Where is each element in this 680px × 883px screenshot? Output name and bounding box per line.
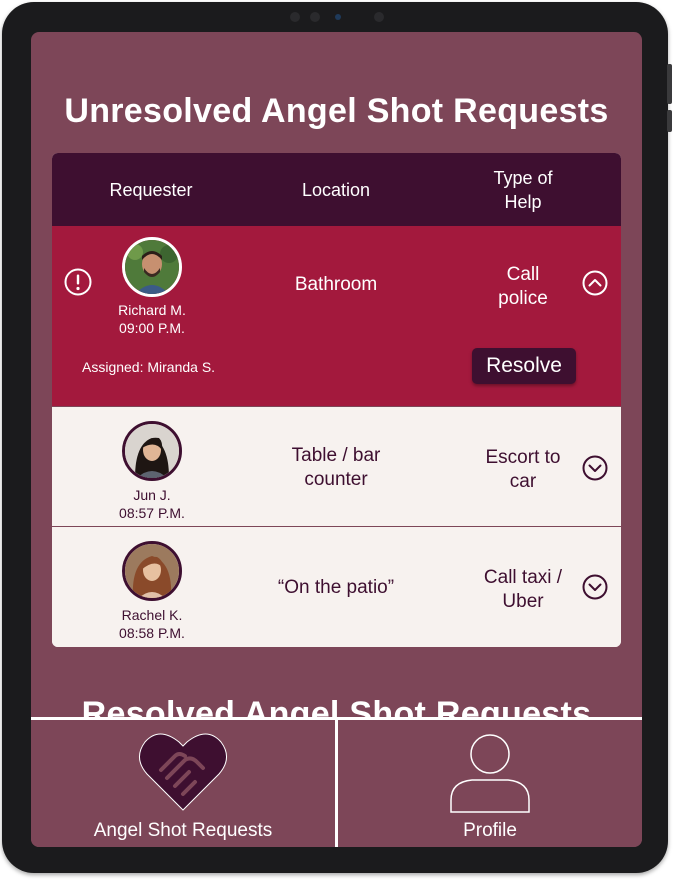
table-row[interactable]: Richard M. 09:00 P.M. Bathroom Call poli… [52, 226, 621, 406]
header-type-of-help: Type of Help [493, 167, 553, 212]
location-text: Table / bar counter [291, 445, 381, 490]
request-time: 08:58 P.M. [119, 625, 185, 641]
header-requester: Requester [109, 179, 193, 200]
table-header: Requester Location Type of Help [52, 153, 621, 226]
avatar [122, 421, 182, 481]
request-time: 09:00 P.M. [119, 320, 185, 336]
help-type-text: Call taxi / Uber [483, 567, 563, 612]
tablet-frame: Unresolved Angel Shot Requests Requester… [2, 2, 672, 873]
page-title: Unresolved Angel Shot Requests [64, 92, 609, 130]
camera-bar [290, 10, 386, 24]
table-row[interactable]: Rachel K. 08:58 P.M. “On the patio” Call… [52, 526, 621, 647]
nav-label: Angel Shot Requests [93, 820, 273, 841]
alert-icon [64, 268, 92, 296]
user-icon [450, 734, 530, 813]
location-text: Bathroom [294, 274, 378, 295]
nav-item-profile[interactable]: Profile [338, 720, 642, 847]
volume-button [667, 64, 672, 104]
app-screen: Unresolved Angel Shot Requests Requester… [31, 32, 642, 847]
avatar [122, 541, 182, 601]
chevron-up-icon[interactable] [582, 270, 608, 296]
table-row[interactable]: Jun J. 08:57 P.M. Table / bar counter Es… [52, 406, 621, 527]
requester-name: Rachel K. [121, 607, 183, 623]
bottom-nav: Angel Shot Requests Profile [31, 717, 642, 847]
help-type-text: Escort to car [485, 447, 561, 492]
requests-table: Requester Location Type of Help Richard … [52, 153, 621, 647]
power-button [667, 110, 672, 132]
help-type-text: Call police [498, 264, 548, 309]
resolved-section-title: Resolved Angel Shot Requests [81, 695, 592, 718]
header-location: Location [301, 179, 371, 200]
location-text: “On the patio” [277, 577, 395, 598]
avatar [122, 237, 182, 297]
chevron-down-icon[interactable] [582, 455, 608, 481]
request-time: 08:57 P.M. [119, 505, 185, 521]
requester-name: Richard M. [118, 302, 186, 318]
nav-label: Profile [463, 820, 517, 841]
chevron-down-icon[interactable] [582, 574, 608, 600]
resolve-button[interactable]: Resolve [472, 348, 576, 384]
heart-handshake-icon [139, 733, 227, 811]
nav-item-angel-shot-requests[interactable]: Angel Shot Requests [31, 720, 335, 847]
assigned-staff: Assigned: Miranda S. [82, 359, 216, 375]
requester-name: Jun J. [133, 487, 171, 503]
